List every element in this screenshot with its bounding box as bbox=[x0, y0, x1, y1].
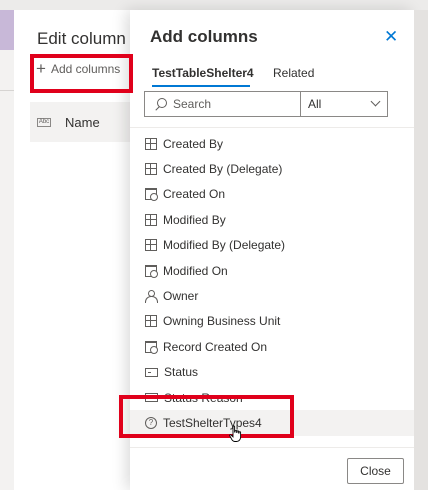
list-item-label: Modified By (Delegate) bbox=[163, 238, 286, 253]
person-icon bbox=[145, 290, 158, 304]
divider bbox=[130, 447, 414, 448]
list-item-label: Modified On bbox=[163, 263, 228, 278]
list-item[interactable]: Modified By bbox=[130, 207, 414, 232]
list-item[interactable]: Created By bbox=[130, 131, 414, 156]
list-item[interactable]: Owner bbox=[130, 283, 414, 308]
tab-active-indicator bbox=[152, 85, 250, 87]
column-list: Created By Created By (Delegate) Created… bbox=[130, 131, 414, 436]
calendar-icon bbox=[145, 264, 158, 278]
edit-panel-title: Edit column bbox=[37, 29, 126, 48]
list-item-label: Status bbox=[164, 365, 199, 380]
list-item-label: Owning Business Unit bbox=[163, 314, 281, 329]
list-item[interactable]: Created By (Delegate) bbox=[130, 156, 414, 181]
text-column-icon: Abc bbox=[37, 117, 51, 127]
background-page bbox=[0, 50, 14, 490]
close-icon[interactable]: ✕ bbox=[384, 27, 398, 47]
divider bbox=[0, 90, 14, 91]
filter-dropdown[interactable]: All bbox=[300, 91, 388, 117]
calendar-icon bbox=[145, 340, 158, 354]
filter-value: All bbox=[308, 97, 322, 111]
divider bbox=[130, 127, 414, 128]
list-item-label: Created By (Delegate) bbox=[163, 162, 283, 177]
tab-related[interactable]: Related bbox=[273, 66, 314, 80]
list-item-label: Owner bbox=[163, 289, 199, 304]
tab-table[interactable]: TestTableShelter4 bbox=[152, 66, 254, 80]
list-item[interactable]: Modified By (Delegate) bbox=[130, 233, 414, 258]
annotation-highlight bbox=[30, 54, 133, 93]
lookup-icon bbox=[145, 315, 157, 328]
list-item[interactable]: Created On bbox=[130, 182, 414, 207]
column-name-label: Name bbox=[65, 114, 100, 130]
lookup-icon bbox=[145, 137, 157, 150]
list-item-label: Record Created On bbox=[163, 339, 268, 354]
calendar-icon bbox=[145, 188, 158, 202]
lookup-icon bbox=[145, 213, 157, 226]
background-page bbox=[414, 10, 428, 490]
list-item[interactable]: Owning Business Unit bbox=[130, 309, 414, 334]
search-box bbox=[144, 91, 301, 117]
status-icon bbox=[145, 367, 158, 377]
chevron-down-icon bbox=[370, 96, 381, 107]
list-item-label: Modified By bbox=[163, 212, 226, 227]
list-item-label: Created By bbox=[163, 136, 224, 151]
list-item[interactable]: Status bbox=[130, 360, 414, 385]
list-item[interactable]: Modified On bbox=[130, 258, 414, 283]
annotation-highlight bbox=[119, 395, 294, 438]
header-strip bbox=[0, 10, 14, 50]
app-background bbox=[0, 0, 428, 10]
lookup-icon bbox=[145, 239, 157, 252]
search-icon bbox=[154, 97, 167, 111]
list-item-label: Created On bbox=[163, 187, 226, 202]
list-item[interactable]: Record Created On bbox=[130, 334, 414, 359]
lookup-icon bbox=[145, 163, 157, 176]
search-input[interactable] bbox=[173, 97, 293, 111]
hand-cursor-icon bbox=[229, 425, 242, 442]
add-panel-title: Add columns bbox=[150, 27, 258, 46]
close-button[interactable]: Close bbox=[347, 458, 404, 484]
